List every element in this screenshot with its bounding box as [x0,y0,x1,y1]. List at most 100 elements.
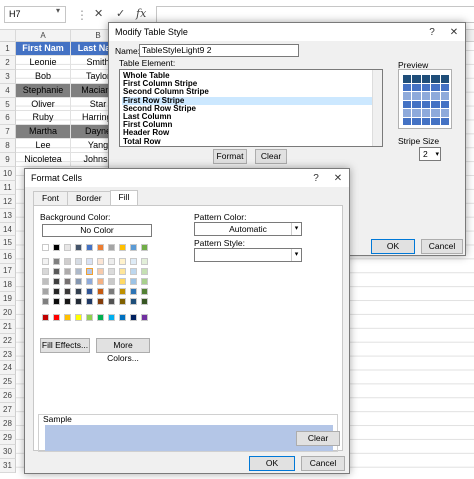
color-swatch[interactable] [97,244,104,251]
color-swatch[interactable] [119,244,126,251]
table-cell[interactable]: Ruby [16,111,71,125]
table-element-list[interactable]: Whole Table First Column Stripe Second Col… [119,69,383,147]
row-header[interactable]: 16 [0,250,16,265]
color-swatch[interactable] [42,314,49,321]
table-element-item[interactable]: Total Row [122,137,382,146]
color-swatch[interactable] [119,258,126,265]
row-header[interactable]: 22 [0,333,16,348]
color-swatch[interactable] [86,314,93,321]
table-cell[interactable]: Nicoletea [16,153,71,167]
color-swatch[interactable] [130,258,137,265]
color-swatch[interactable] [119,268,126,275]
color-swatch[interactable] [42,278,49,285]
row-header[interactable]: 25 [0,375,16,390]
table-cell[interactable]: Leonie [16,55,71,69]
row-header[interactable]: 6 [0,111,16,126]
color-swatch[interactable] [75,314,82,321]
row-header[interactable]: 29 [0,430,16,445]
color-swatch[interactable] [42,258,49,265]
clear-button[interactable]: Clear [296,431,340,446]
pattern-color-select[interactable]: Automatic ▾ [194,222,302,236]
header-cell[interactable]: First Nam [16,42,71,55]
table-cell[interactable]: Lee [16,139,71,153]
row-header[interactable]: 20 [0,305,16,320]
color-swatch[interactable] [141,244,148,251]
tab-fill[interactable]: Fill [109,190,139,205]
color-swatch[interactable] [64,298,71,305]
color-swatch[interactable] [42,288,49,295]
help-icon[interactable]: ? [305,173,327,184]
column-header-a[interactable]: A [16,30,71,42]
color-swatch[interactable] [130,314,137,321]
row-header[interactable]: 19 [0,292,16,306]
row-header[interactable]: 23 [0,347,16,362]
row-header[interactable]: 4 [0,83,16,98]
color-swatch[interactable] [141,288,148,295]
color-swatch[interactable] [75,278,82,285]
color-swatch[interactable] [64,268,71,275]
row-header[interactable]: 30 [0,444,16,459]
more-colors-button[interactable]: More Colors... [96,338,150,363]
color-swatch[interactable] [130,288,137,295]
table-element-item[interactable]: Header Row [122,129,382,137]
color-swatch[interactable] [97,298,104,305]
color-swatch[interactable] [53,298,60,305]
row-header[interactable]: 21 [0,319,16,334]
row-header[interactable]: 12 [0,194,16,209]
color-swatch[interactable] [108,268,115,275]
color-swatch[interactable] [119,278,126,285]
close-icon[interactable]: ✕ [94,7,103,20]
row-header[interactable]: 1 [0,42,16,56]
color-swatch[interactable] [53,288,60,295]
ok-button[interactable]: OK [249,456,295,471]
fx-icon[interactable]: fx [136,7,146,20]
color-swatch[interactable] [141,268,148,275]
list-scrollbar[interactable] [372,70,382,146]
color-swatch[interactable] [86,244,93,251]
color-swatch[interactable] [86,298,93,305]
color-swatch[interactable] [64,244,71,251]
color-swatch[interactable] [97,258,104,265]
color-swatch[interactable] [42,268,49,275]
color-swatch[interactable] [75,288,82,295]
color-swatch[interactable] [97,288,104,295]
row-header[interactable]: 27 [0,403,16,418]
color-swatch[interactable] [75,298,82,305]
row-header[interactable]: 7 [0,125,16,140]
row-header[interactable]: 9 [0,153,16,168]
select-all-corner[interactable] [0,30,16,42]
close-icon[interactable]: ✕ [327,173,349,184]
row-header[interactable]: 5 [0,97,16,112]
row-header[interactable]: 10 [0,167,16,181]
color-swatch[interactable] [130,268,137,275]
color-swatch[interactable] [108,314,115,321]
tab-border[interactable]: Border [67,191,111,205]
formula-input[interactable] [156,6,474,23]
tab-font[interactable]: Font [33,191,69,205]
help-icon[interactable]: ? [421,27,443,38]
color-swatch[interactable] [119,314,126,321]
color-swatch[interactable] [141,258,148,265]
clear-button[interactable]: Clear [255,149,287,164]
color-swatch[interactable] [141,314,148,321]
color-swatch[interactable] [64,288,71,295]
color-swatch[interactable] [75,268,82,275]
table-cell[interactable]: Oliver [16,97,71,111]
color-swatch[interactable] [53,244,60,251]
check-icon[interactable]: ✓ [116,7,125,20]
color-swatch[interactable] [141,298,148,305]
cancel-button[interactable]: Cancel [421,239,463,254]
color-swatch[interactable] [108,278,115,285]
color-swatch[interactable] [119,298,126,305]
table-cell[interactable]: Martha [16,125,71,139]
row-header[interactable]: 13 [0,208,16,223]
row-header[interactable]: 8 [0,139,16,154]
color-swatch[interactable] [141,278,148,285]
color-swatch[interactable] [53,258,60,265]
row-header[interactable]: 15 [0,236,16,251]
ok-button[interactable]: OK [371,239,415,254]
row-header[interactable]: 24 [0,361,16,376]
color-swatch[interactable] [64,314,71,321]
cancel-button[interactable]: Cancel [301,456,345,471]
close-icon[interactable]: ✕ [443,27,465,38]
